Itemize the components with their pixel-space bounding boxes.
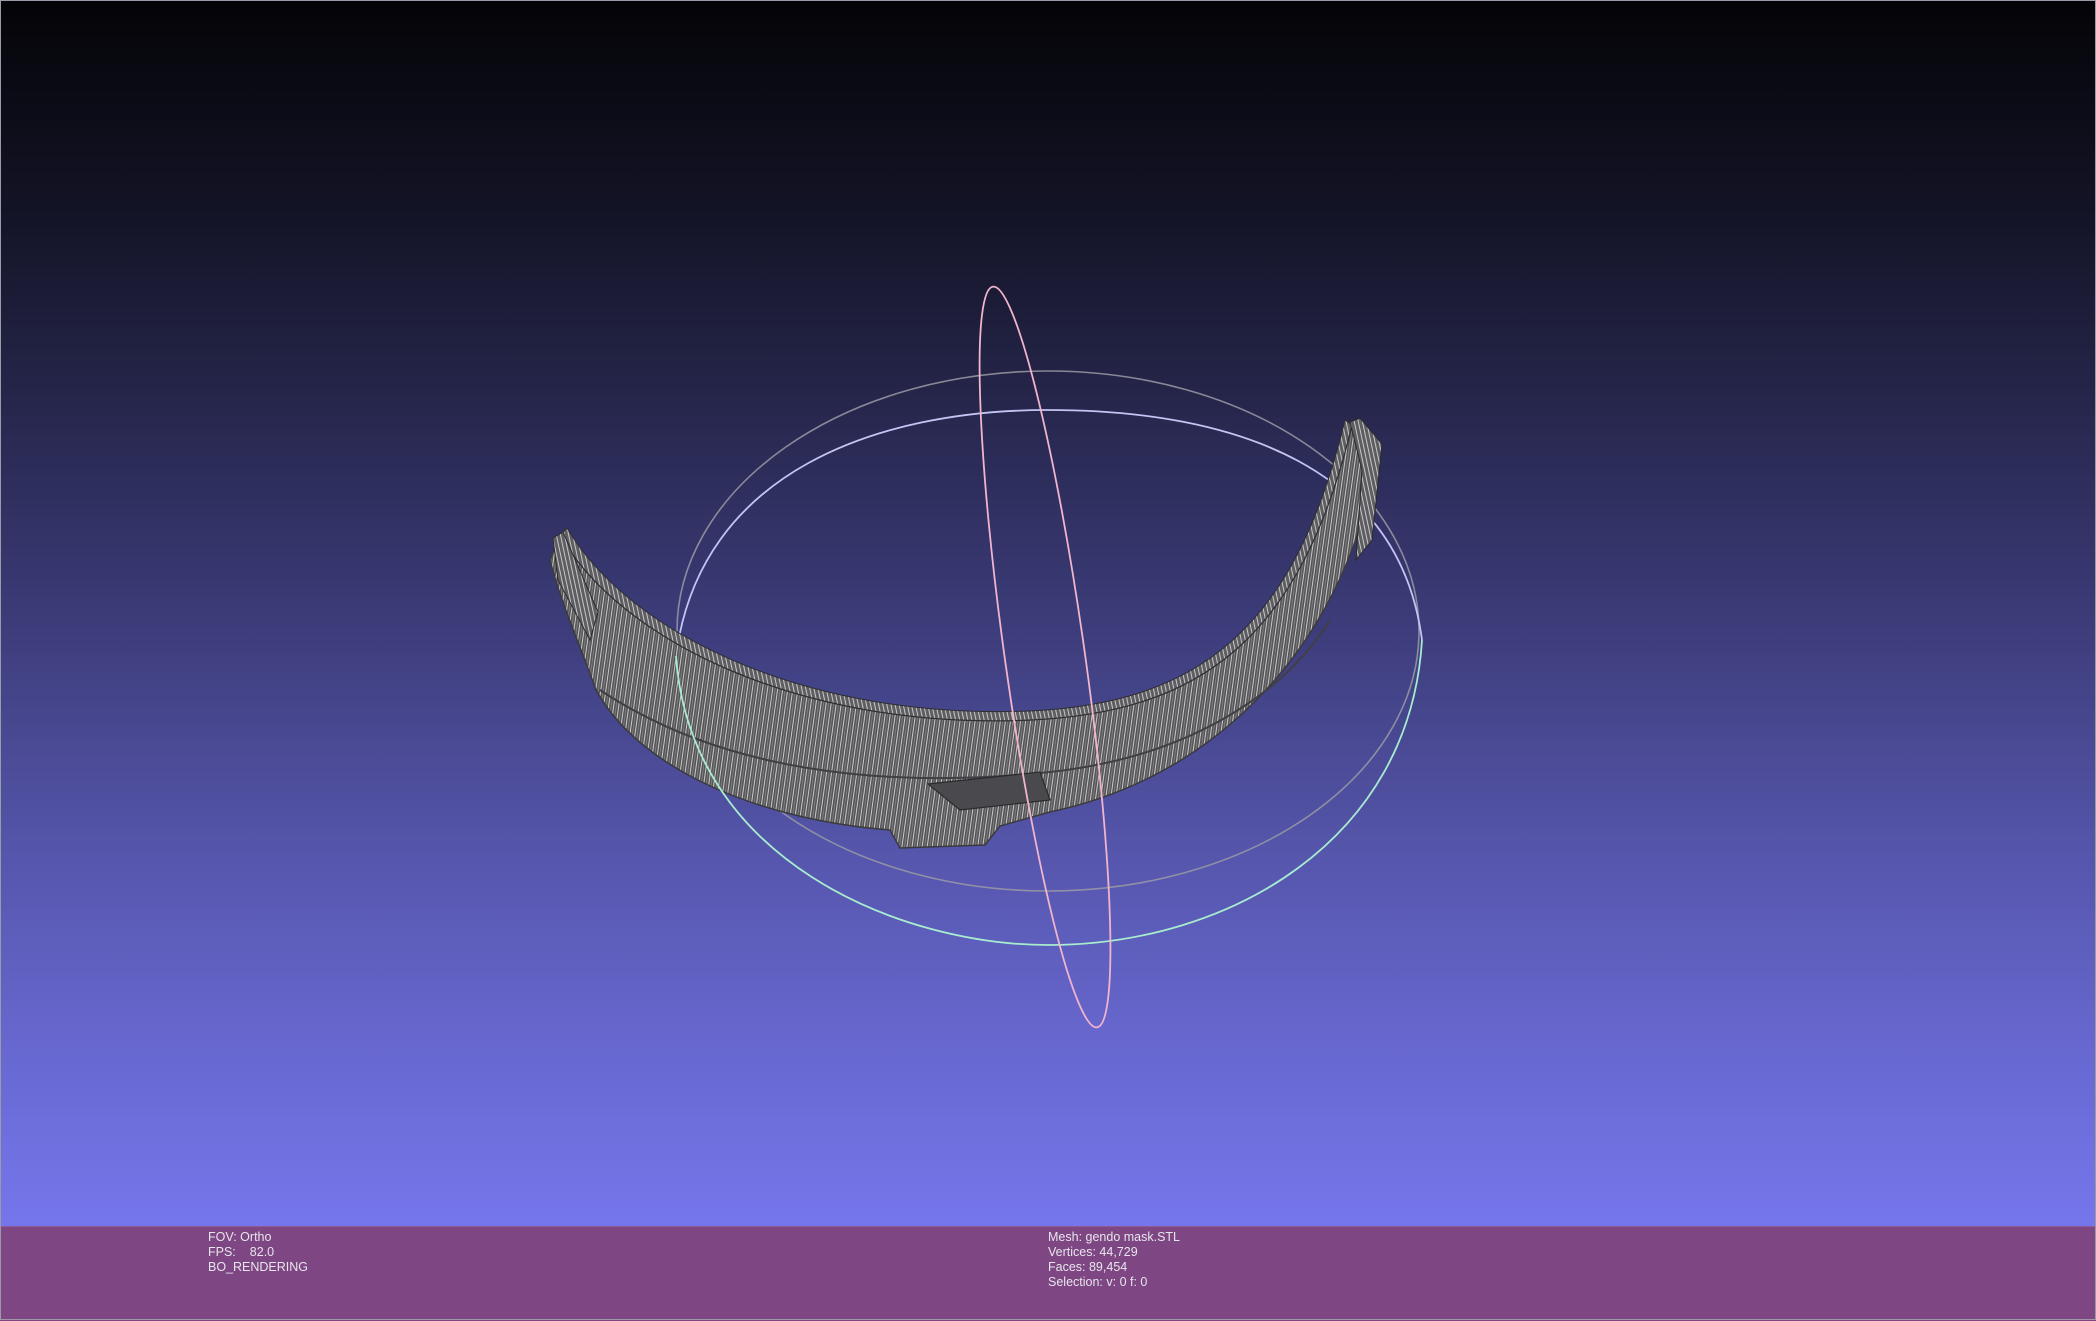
vertex-count: Vertices: 44,729 — [1048, 1245, 1138, 1259]
render-info: FOV: Ortho FPS: 82.0 BO_RENDERING — [208, 1230, 308, 1275]
rendering-mode: BO_RENDERING — [208, 1260, 309, 1274]
trackball-x-ring — [978, 285, 1112, 1029]
selection-info: Selection: v: 0 f: 0 — [1048, 1275, 1148, 1289]
fps-label: FPS: — [208, 1245, 236, 1259]
face-count: Faces: 89,454 — [1048, 1260, 1128, 1274]
fps-line: FPS: 82.0 — [208, 1245, 308, 1260]
mesh-name: Mesh: gendo mask.STL — [1048, 1230, 1181, 1244]
info-bar: FOV: Ortho FPS: 82.0 BO_RENDERING Mesh: g… — [0, 1226, 2096, 1321]
scene-canvas[interactable] — [0, 0, 2096, 1226]
fov-label: FOV: Ortho — [208, 1230, 272, 1244]
fps-value: 82.0 — [249, 1245, 275, 1259]
mesh-model[interactable] — [549, 417, 1383, 849]
3d-viewport[interactable] — [0, 0, 2096, 1226]
mesh-info: Mesh: gendo mask.STL Vertices: 44,729 Fa… — [1048, 1230, 1180, 1290]
